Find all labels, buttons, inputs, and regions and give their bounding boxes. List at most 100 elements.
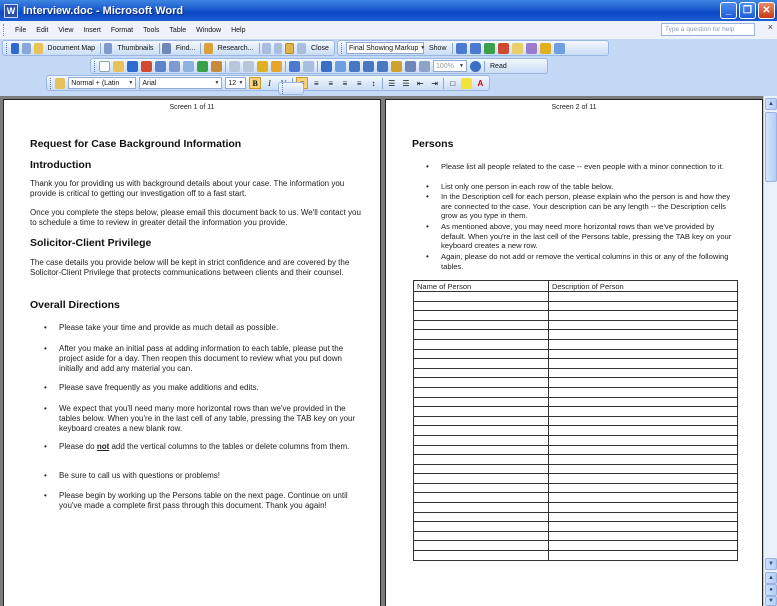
- thumbnails-button[interactable]: Thumbnails: [115, 45, 155, 52]
- document-map-small-icon[interactable]: [405, 60, 416, 72]
- table-row[interactable]: [413, 329, 738, 340]
- previous-change-icon[interactable]: [455, 42, 467, 54]
- table-row[interactable]: [413, 406, 738, 417]
- description-cell[interactable]: [548, 530, 738, 542]
- table-row[interactable]: [413, 444, 738, 456]
- copy-icon[interactable]: [243, 60, 254, 72]
- close-button[interactable]: ✕: [758, 2, 775, 19]
- description-cell[interactable]: [548, 300, 738, 312]
- menu-edit[interactable]: Edit: [31, 27, 53, 34]
- spelling-icon[interactable]: [197, 60, 208, 72]
- justify-icon[interactable]: ≡: [339, 77, 350, 89]
- print-preview-icon[interactable]: [183, 60, 194, 72]
- previous-page-icon[interactable]: ▲: [765, 572, 777, 584]
- vertical-scrollbar[interactable]: ▲ ▼ ▲ ● ▼: [763, 96, 777, 606]
- line-spacing-icon[interactable]: ↕: [368, 77, 379, 89]
- description-cell[interactable]: [548, 434, 738, 446]
- column-header-description[interactable]: Description of Person: [548, 280, 738, 292]
- name-cell[interactable]: [413, 406, 549, 417]
- floating-toolbar-handle[interactable]: [278, 82, 304, 95]
- table-row[interactable]: [413, 540, 738, 552]
- description-cell[interactable]: [548, 415, 738, 427]
- table-row[interactable]: [413, 377, 738, 388]
- reviewing-pane-icon[interactable]: [553, 42, 565, 54]
- research-button[interactable]: Research...: [216, 45, 256, 52]
- name-cell[interactable]: [413, 463, 549, 475]
- save-icon[interactable]: [10, 42, 20, 54]
- name-cell[interactable]: [413, 386, 549, 398]
- description-cell[interactable]: [548, 540, 738, 552]
- drawing-icon[interactable]: [391, 60, 402, 72]
- description-cell[interactable]: [548, 310, 738, 321]
- zoom-select[interactable]: 100% ▼: [433, 60, 467, 72]
- show-menu-button[interactable]: Show: [427, 45, 449, 52]
- name-cell[interactable]: [413, 454, 549, 465]
- table-row[interactable]: [413, 473, 738, 484]
- increase-indent-icon[interactable]: ⇥: [429, 77, 440, 89]
- email-icon[interactable]: [155, 60, 166, 72]
- zoom-in-icon[interactable]: [262, 42, 271, 54]
- italic-button[interactable]: I: [264, 77, 275, 89]
- table-row[interactable]: [413, 319, 738, 331]
- name-cell[interactable]: [413, 444, 549, 456]
- menu-tools[interactable]: Tools: [138, 27, 164, 34]
- table-row[interactable]: [413, 291, 738, 302]
- decrease-indent-icon[interactable]: ⇤: [415, 77, 426, 89]
- description-cell[interactable]: [548, 463, 738, 475]
- find-button[interactable]: Find...: [174, 45, 197, 52]
- font-size-select[interactable]: 12 ▼: [225, 77, 247, 89]
- menu-file[interactable]: File: [10, 27, 31, 34]
- table-row[interactable]: [413, 386, 738, 398]
- distributed-icon[interactable]: ≡: [354, 77, 365, 89]
- table-row[interactable]: [413, 482, 738, 494]
- maximize-button[interactable]: ❐: [739, 2, 756, 19]
- new-comment-icon[interactable]: [511, 42, 523, 54]
- highlight-color-icon[interactable]: [461, 77, 472, 89]
- menu-help[interactable]: Help: [226, 27, 250, 34]
- table-row[interactable]: [413, 338, 738, 350]
- insert-excel-icon[interactable]: [363, 60, 374, 72]
- name-cell[interactable]: [413, 329, 549, 340]
- read-button[interactable]: Read: [488, 63, 509, 70]
- table-row[interactable]: [413, 530, 738, 542]
- markup-display-select[interactable]: Final Showing Markup ▼: [346, 42, 425, 54]
- next-change-icon[interactable]: [469, 42, 481, 54]
- print-icon[interactable]: [22, 42, 31, 54]
- description-cell[interactable]: [548, 521, 738, 532]
- name-cell[interactable]: [413, 434, 549, 446]
- select-browse-object-icon[interactable]: ●: [765, 584, 777, 596]
- description-cell[interactable]: [548, 502, 738, 513]
- table-row[interactable]: [413, 310, 738, 321]
- name-cell[interactable]: [413, 492, 549, 504]
- name-cell[interactable]: [413, 310, 549, 321]
- description-cell[interactable]: [548, 291, 738, 302]
- next-page-icon[interactable]: ▼: [765, 596, 777, 606]
- name-cell[interactable]: [413, 521, 549, 532]
- format-painter-icon[interactable]: [271, 60, 282, 72]
- bullets-icon[interactable]: ☰: [400, 77, 411, 89]
- research-small-icon[interactable]: [211, 60, 222, 72]
- bold-button[interactable]: B: [249, 77, 261, 89]
- table-row[interactable]: [413, 396, 738, 408]
- hyperlink-icon[interactable]: [321, 60, 332, 72]
- insert-table-icon[interactable]: [349, 60, 360, 72]
- styles-icon[interactable]: [54, 77, 66, 89]
- reject-change-icon[interactable]: [497, 42, 509, 54]
- track-changes-icon[interactable]: [539, 42, 551, 54]
- menu-insert[interactable]: Insert: [78, 27, 106, 34]
- font-select[interactable]: Arial ▼: [139, 77, 223, 89]
- description-cell[interactable]: [548, 406, 738, 417]
- minimize-button[interactable]: _: [720, 2, 737, 19]
- highlight-icon[interactable]: [525, 42, 537, 54]
- name-cell[interactable]: [413, 338, 549, 350]
- align-center-icon[interactable]: ≡: [311, 77, 322, 89]
- description-cell[interactable]: [548, 444, 738, 456]
- open-icon[interactable]: [113, 60, 124, 72]
- name-cell[interactable]: [413, 482, 549, 494]
- table-row[interactable]: [413, 300, 738, 312]
- scroll-up-icon[interactable]: ▲: [765, 98, 777, 110]
- description-cell[interactable]: [548, 377, 738, 388]
- close-reading-button[interactable]: Close: [309, 45, 331, 52]
- description-cell[interactable]: [548, 473, 738, 484]
- cut-icon[interactable]: [229, 60, 240, 72]
